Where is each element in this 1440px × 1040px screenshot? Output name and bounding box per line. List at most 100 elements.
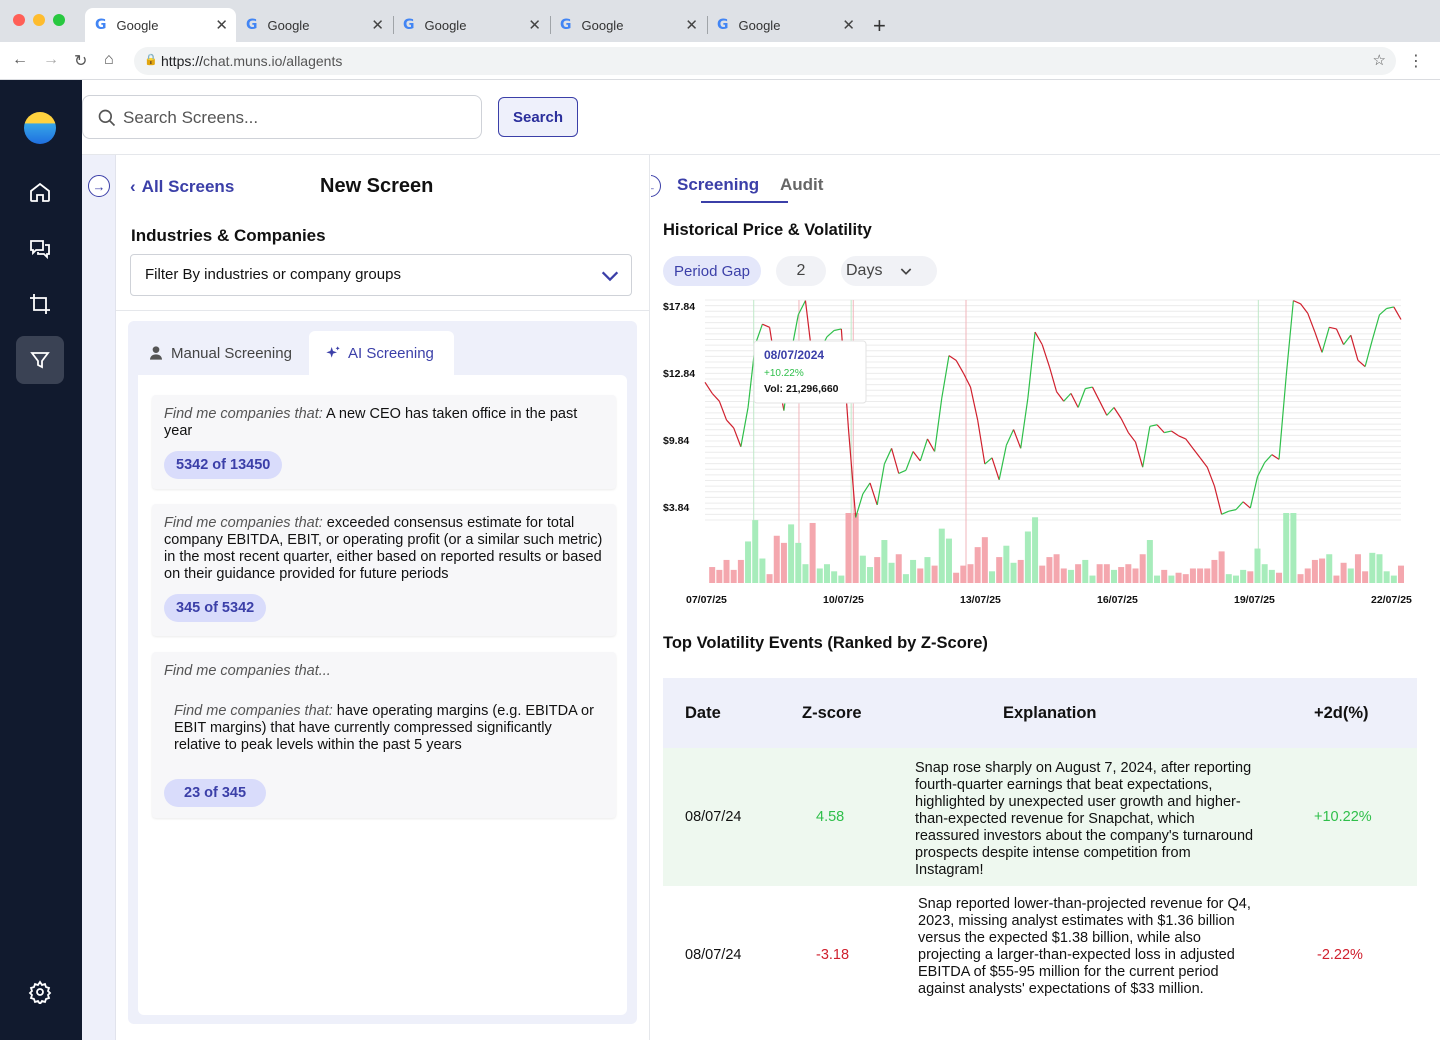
screen-builder-pane: ‹ All Screens New Screen Industries & Com… (116, 155, 650, 1040)
volume-bar (723, 559, 730, 583)
industries-label: Industries & Companies (131, 226, 326, 245)
price-line-segment (1371, 314, 1381, 341)
crop-icon[interactable] (16, 280, 64, 328)
match-count-badge: 5342 of 13450 (164, 451, 283, 479)
home-icon[interactable] (16, 168, 64, 216)
volume-bar (867, 567, 874, 583)
browser-tab[interactable]: G Google ✕ (393, 8, 549, 42)
arrow-right-circle-icon[interactable]: → (88, 175, 110, 197)
price-line-segment (1041, 344, 1050, 367)
browser-tab[interactable]: G Google ✕ (85, 8, 236, 42)
volume-bar (823, 564, 830, 583)
google-icon: G (560, 17, 572, 33)
price-line-segment (905, 451, 914, 471)
maximize-window-button[interactable] (53, 14, 65, 26)
volume-bar (1276, 572, 1283, 583)
volume-bar (1268, 569, 1275, 583)
settings-icon[interactable] (16, 968, 64, 1016)
close-tab-icon[interactable]: ✕ (371, 16, 384, 34)
menu-dots-icon[interactable]: ⋮ (1408, 51, 1424, 71)
home-icon[interactable]: ⌂ (104, 51, 114, 69)
tab-audit[interactable]: Audit (780, 175, 823, 195)
close-window-button[interactable] (13, 14, 25, 26)
price-line-segment (883, 448, 893, 465)
price-line-segment (1063, 392, 1072, 402)
url-text: https://chat.muns.io/allagents (161, 53, 342, 69)
search-input[interactable] (123, 106, 463, 130)
volume-bar (1017, 559, 1024, 583)
volume-bar (1175, 572, 1182, 583)
col-date: Date (685, 704, 721, 722)
event-explanation: Snap reported lower-than-projected reven… (918, 896, 1251, 997)
close-tab-icon[interactable]: ✕ (842, 16, 855, 34)
table-row[interactable]: 08/07/24 4.58 Snap rose sharply on Augus… (663, 748, 1417, 886)
volume-bar (1189, 568, 1196, 583)
criterion-prefix: Find me companies that: (164, 515, 323, 531)
tab-ai-screening[interactable]: AI Screening (309, 331, 454, 375)
browser-tab[interactable]: G Google ✕ (236, 8, 392, 42)
volume-bar (945, 538, 952, 583)
volume-bar (974, 547, 981, 583)
tab-manual-screening[interactable]: Manual Screening (132, 331, 308, 375)
search-button[interactable]: Search (498, 97, 578, 137)
criterion-prefix: Find me companies that: (164, 406, 323, 422)
volume-bar (1110, 569, 1117, 583)
browser-tab[interactable]: G Google ✕ (550, 8, 706, 42)
price-line-segment (1091, 386, 1101, 402)
criterion-prefix: Find me companies that: (174, 703, 333, 719)
close-tab-icon[interactable]: ✕ (685, 16, 698, 34)
tooltip-volume: Vol: 21,296,660 (764, 383, 839, 395)
star-icon[interactable]: ☆ (1373, 51, 1386, 69)
tab-screening[interactable]: Screening (677, 175, 759, 195)
event-explanation: Snap rose sharply on August 7, 2024, aft… (915, 760, 1254, 878)
volume-bar (996, 557, 1003, 583)
app-logo-icon[interactable] (24, 112, 56, 144)
browser-tab[interactable]: G Google ✕ (707, 8, 863, 42)
x-tick-label: 19/07/25 (1234, 594, 1275, 606)
back-arrow-icon[interactable]: ← (12, 51, 28, 69)
volume-bar (1003, 545, 1010, 583)
close-tab-icon[interactable]: ✕ (528, 16, 541, 34)
volume-bar (902, 574, 909, 583)
minimize-window-button[interactable] (33, 14, 45, 26)
chat-icon[interactable] (16, 224, 64, 272)
y-tick-label: $17.84 (663, 301, 695, 313)
table-row[interactable]: 08/07/24 -3.18 Snap reported lower-than-… (663, 886, 1417, 1024)
criterion-card[interactable]: Find me companies that: exceeded consens… (152, 504, 616, 636)
criterion-card[interactable]: Find me companies that... Find me compan… (152, 652, 616, 818)
price-line-segment (1293, 300, 1301, 305)
volume-bar (1132, 568, 1139, 583)
volume-bar (917, 568, 924, 583)
close-tab-icon[interactable]: ✕ (215, 16, 228, 34)
all-screens-link[interactable]: ‹ All Screens (130, 177, 234, 197)
screening-panel: Manual Screening AI Screening Find me co… (128, 321, 637, 1024)
period-unit-select[interactable]: Days (841, 256, 937, 286)
events-table-header: Date Z-score Explanation +2d(%) (663, 678, 1417, 748)
criterion-card[interactable]: Find me companies that: A new CEO has ta… (152, 395, 616, 489)
volume-bar (1333, 575, 1340, 583)
volume-bar (1240, 569, 1247, 583)
forward-arrow-icon[interactable]: → (43, 51, 59, 69)
arrow-left-circle-icon[interactable]: ← (651, 175, 661, 197)
google-icon: G (246, 17, 258, 33)
volume-bar (953, 572, 960, 583)
tab-manual-label: Manual Screening (171, 344, 292, 362)
google-icon: G (95, 17, 107, 33)
volume-bar (1347, 568, 1354, 583)
industries-filter-select[interactable]: Filter By industries or company groups (130, 254, 632, 296)
x-tick-label: 07/07/25 (686, 594, 727, 606)
period-gap-chip[interactable]: Period Gap (663, 256, 761, 286)
price-line-segment (1027, 331, 1036, 399)
volume-bar (809, 522, 816, 583)
volume-bar (1182, 574, 1189, 583)
price-volatility-chart[interactable]: $17.84 $12.84 $9.84 $3.84 07/07/25 10/07/25 13… (651, 295, 1440, 625)
url-field[interactable]: 🔒 https://chat.muns.io/allagents ☆ (134, 47, 1396, 75)
price-line-segment (847, 429, 857, 518)
volume-bar (1096, 564, 1103, 583)
reload-icon[interactable]: ↻ (74, 51, 87, 71)
period-gap-value-input[interactable]: 2 (776, 256, 826, 286)
new-tab-button[interactable]: + (873, 13, 886, 39)
price-line-segment (912, 451, 921, 462)
volume-bar (1283, 513, 1290, 583)
filter-icon[interactable] (16, 336, 64, 384)
